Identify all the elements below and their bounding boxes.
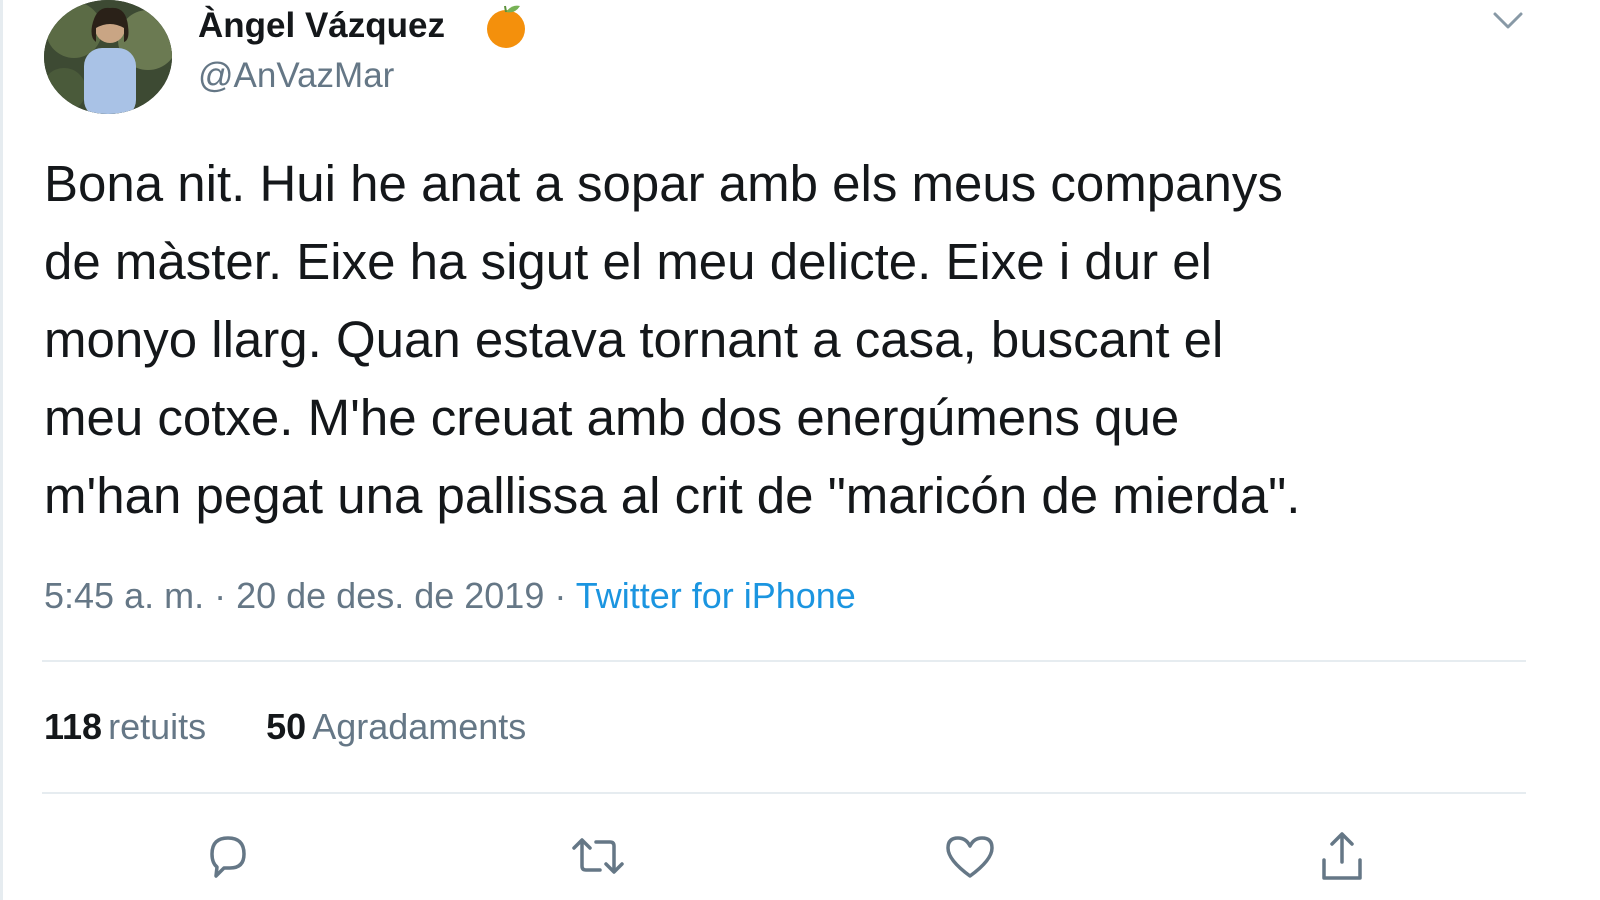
tweet-text-line: m'han pegat una pallissa al crit de "mar… (44, 467, 1301, 524)
divider (42, 660, 1526, 662)
share-icon[interactable] (1312, 826, 1372, 886)
likes-stat[interactable]: 50 Agradaments (266, 706, 526, 748)
divider (42, 792, 1526, 794)
source-link[interactable]: Twitter for iPhone (576, 575, 856, 616)
meta-separator: · (544, 575, 576, 616)
like-icon[interactable] (940, 826, 1000, 886)
author-name[interactable]: Àngel Vázquez (198, 6, 445, 46)
retweets-count: 118 (44, 706, 103, 747)
chevron-down-icon[interactable] (1490, 6, 1526, 36)
tweet-card: Àngel Vázquez @AnVazMar Bona nit. Hui he… (0, 0, 1600, 900)
tweet-text-line: monyo llarg. Quan estava tornant a casa,… (44, 311, 1224, 368)
likes-count: 50 (266, 706, 307, 747)
retweet-icon[interactable] (568, 826, 628, 886)
tweet-text-line: Bona nit. Hui he anat a sopar amb els me… (44, 155, 1283, 212)
reply-icon[interactable] (198, 826, 258, 886)
retweets-stat[interactable]: 118 retuits (44, 706, 206, 748)
tweet-stats: 118 retuits 50 Agradaments (44, 706, 576, 748)
orange-emoji-icon (482, 2, 530, 50)
tweet-meta: 5:45 a. m. · 20 de des. de 2019 · Twitte… (44, 575, 856, 617)
tweet-text-line: de màster. Eixe ha sigut el meu delicte.… (44, 233, 1212, 290)
timestamp-link[interactable]: 5:45 a. m. · 20 de des. de 2019 (44, 575, 544, 616)
retweets-label: retuits (108, 706, 207, 747)
tweet-text-line: meu cotxe. M'he creuat amb dos energúmen… (44, 389, 1180, 446)
tweet-text: Bona nit. Hui he anat a sopar amb els me… (44, 145, 1544, 535)
author-handle[interactable]: @AnVazMar (198, 56, 394, 96)
avatar[interactable] (44, 0, 172, 114)
card-border (0, 0, 3, 900)
likes-label: Agradaments (312, 706, 527, 747)
